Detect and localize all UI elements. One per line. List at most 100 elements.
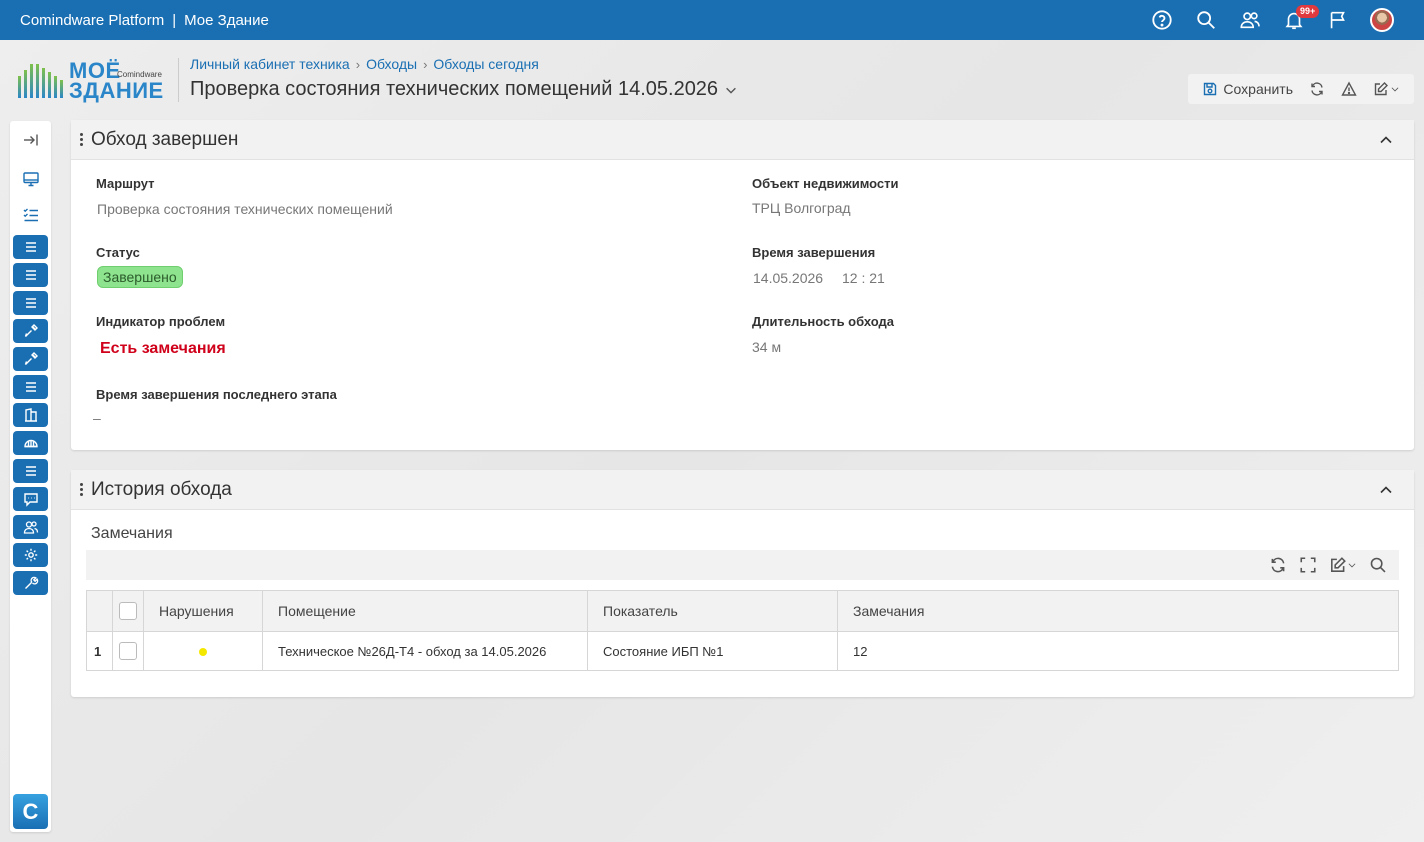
user-menu-button[interactable]: [1360, 0, 1404, 40]
grid-toolbar: [86, 550, 1399, 580]
violation-cell: [143, 631, 263, 671]
grid-edit-menu-button[interactable]: [1325, 552, 1361, 578]
nav-item-8[interactable]: [13, 431, 48, 455]
grid-fullscreen-button[interactable]: [1295, 552, 1321, 578]
top-bar: Comindware Platform | Мое Здание 99+: [0, 0, 1424, 40]
duration-label: Длительность обхода: [752, 314, 894, 329]
fullscreen-icon: [1300, 557, 1316, 573]
nav-item-13[interactable]: [13, 571, 48, 595]
nav-item-4[interactable]: [13, 319, 48, 343]
logo-bars: [18, 64, 63, 98]
page-title-text: Проверка состояния технических помещений…: [190, 78, 719, 100]
history-panel-title: История обхода: [91, 478, 232, 500]
notifications-button[interactable]: 99+: [1272, 0, 1320, 40]
column-header-remarks[interactable]: Замечания: [837, 590, 1399, 632]
list-icon: [25, 242, 36, 252]
avatar: [1370, 8, 1394, 32]
summary-panel-header[interactable]: Обход завершен: [71, 120, 1414, 160]
column-header-violations[interactable]: Нарушения: [143, 590, 263, 632]
nav-item-11[interactable]: [13, 515, 48, 539]
chevron-up-icon[interactable]: [1378, 132, 1394, 148]
app-title[interactable]: Comindware Platform | Мое Здание: [20, 12, 269, 29]
nav-item-2[interactable]: [13, 263, 48, 287]
chat-icon: [23, 493, 38, 507]
left-navigation: C: [10, 121, 51, 832]
column-header-room[interactable]: Помещение: [262, 590, 588, 632]
remarks-grid-title: Замечания: [91, 525, 173, 542]
summary-panel: Обход завершен Маршрут Проверка состояни…: [71, 120, 1414, 450]
nav-item-6[interactable]: [13, 375, 48, 399]
flag-icon: [1330, 11, 1345, 29]
breadcrumb: Личный кабинет техника › Обходы › Обходы…: [190, 56, 539, 72]
chevron-right-icon: ›: [355, 56, 361, 72]
nav-item-5[interactable]: [13, 347, 48, 371]
chevron-down-icon: [1391, 87, 1399, 92]
indicator-cell: Состояние ИБП №1: [587, 631, 838, 671]
helmet-icon: [23, 439, 38, 448]
logo-word-2: ЗДАНИЕ: [69, 78, 164, 103]
title-separator: |: [172, 11, 177, 29]
save-button[interactable]: Сохранить: [1194, 74, 1301, 104]
object-label: Объект недвижимости: [752, 176, 899, 191]
chevron-down-icon: [1348, 563, 1356, 568]
save-icon: [1204, 82, 1217, 96]
completion-time-label: Время завершения: [752, 245, 876, 260]
nav-tasks[interactable]: [17, 203, 44, 227]
edit-icon: [1331, 557, 1346, 572]
users-icon: [23, 521, 38, 534]
platform-logo-button[interactable]: C: [13, 794, 48, 829]
breadcrumb-link-rounds[interactable]: Обходы: [366, 56, 417, 72]
completion-date-value: 14.05.2026: [753, 270, 824, 286]
chevron-up-icon[interactable]: [1378, 482, 1394, 498]
row-number: 1: [86, 631, 113, 671]
list-icon: [25, 382, 36, 392]
page-title[interactable]: Проверка состояния технических помещений…: [190, 78, 738, 101]
expand-nav-button[interactable]: [17, 128, 44, 152]
refresh-button[interactable]: [1301, 74, 1333, 104]
nav-item-7[interactable]: [13, 403, 48, 427]
users-button[interactable]: [1228, 0, 1272, 40]
chevron-right-icon: ›: [423, 56, 428, 72]
violation-indicator-dot: [199, 647, 207, 656]
nav-desktop[interactable]: [17, 167, 44, 191]
breadcrumb-link-rounds-today[interactable]: Обходы сегодня: [433, 56, 538, 72]
nav-item-1[interactable]: [13, 235, 48, 259]
drag-handle-icon[interactable]: [78, 133, 84, 146]
wrench-icon: [24, 576, 38, 589]
list-icon: [25, 298, 36, 308]
users-icon: [1240, 12, 1260, 29]
app-logo[interactable]: МОЁ Comindware ЗДАНИЕ: [18, 58, 168, 103]
flag-button[interactable]: [1316, 0, 1360, 40]
list-icon: [25, 466, 36, 476]
nav-item-9[interactable]: [13, 459, 48, 483]
column-header-indicator[interactable]: Показатель: [587, 590, 838, 632]
nav-item-10[interactable]: [13, 487, 48, 511]
checklist-icon: [23, 208, 38, 222]
gear-icon: [24, 548, 37, 562]
completion-time-value: 12 : 21: [842, 270, 885, 286]
edit-icon: [1374, 82, 1388, 96]
drag-handle-icon[interactable]: [78, 483, 84, 496]
edit-menu-button[interactable]: [1365, 74, 1408, 104]
row-number-header: [86, 590, 113, 632]
route-label: Маршрут: [96, 176, 155, 191]
nav-item-12[interactable]: [13, 543, 48, 567]
search-button[interactable]: [1184, 0, 1228, 40]
grid-refresh-button[interactable]: [1265, 552, 1291, 578]
room-cell: Техническое №26Д-Т4 - обход за 14.05.202…: [262, 631, 588, 671]
help-button[interactable]: [1140, 0, 1184, 40]
nav-item-3[interactable]: [13, 291, 48, 315]
list-icon: [25, 270, 36, 280]
table-row[interactable]: 1 Техническое №26Д-Т4 - обход за 14.05.2…: [86, 631, 1399, 671]
summary-panel-title: Обход завершен: [91, 128, 239, 150]
warning-button[interactable]: [1333, 74, 1365, 104]
search-icon: [1197, 11, 1215, 29]
history-panel: История обхода Замечания Нарушения Помещ…: [71, 470, 1414, 697]
breadcrumb-link-technician-cabinet[interactable]: Личный кабинет техника: [190, 56, 350, 72]
grid-search-button[interactable]: [1365, 552, 1391, 578]
remarks-table: Нарушения Помещение Показатель Замечания…: [86, 590, 1399, 671]
row-checkbox[interactable]: [119, 642, 137, 660]
monitor-icon: [22, 172, 39, 187]
history-panel-header[interactable]: История обхода: [71, 470, 1414, 510]
select-all-checkbox[interactable]: [119, 602, 137, 621]
